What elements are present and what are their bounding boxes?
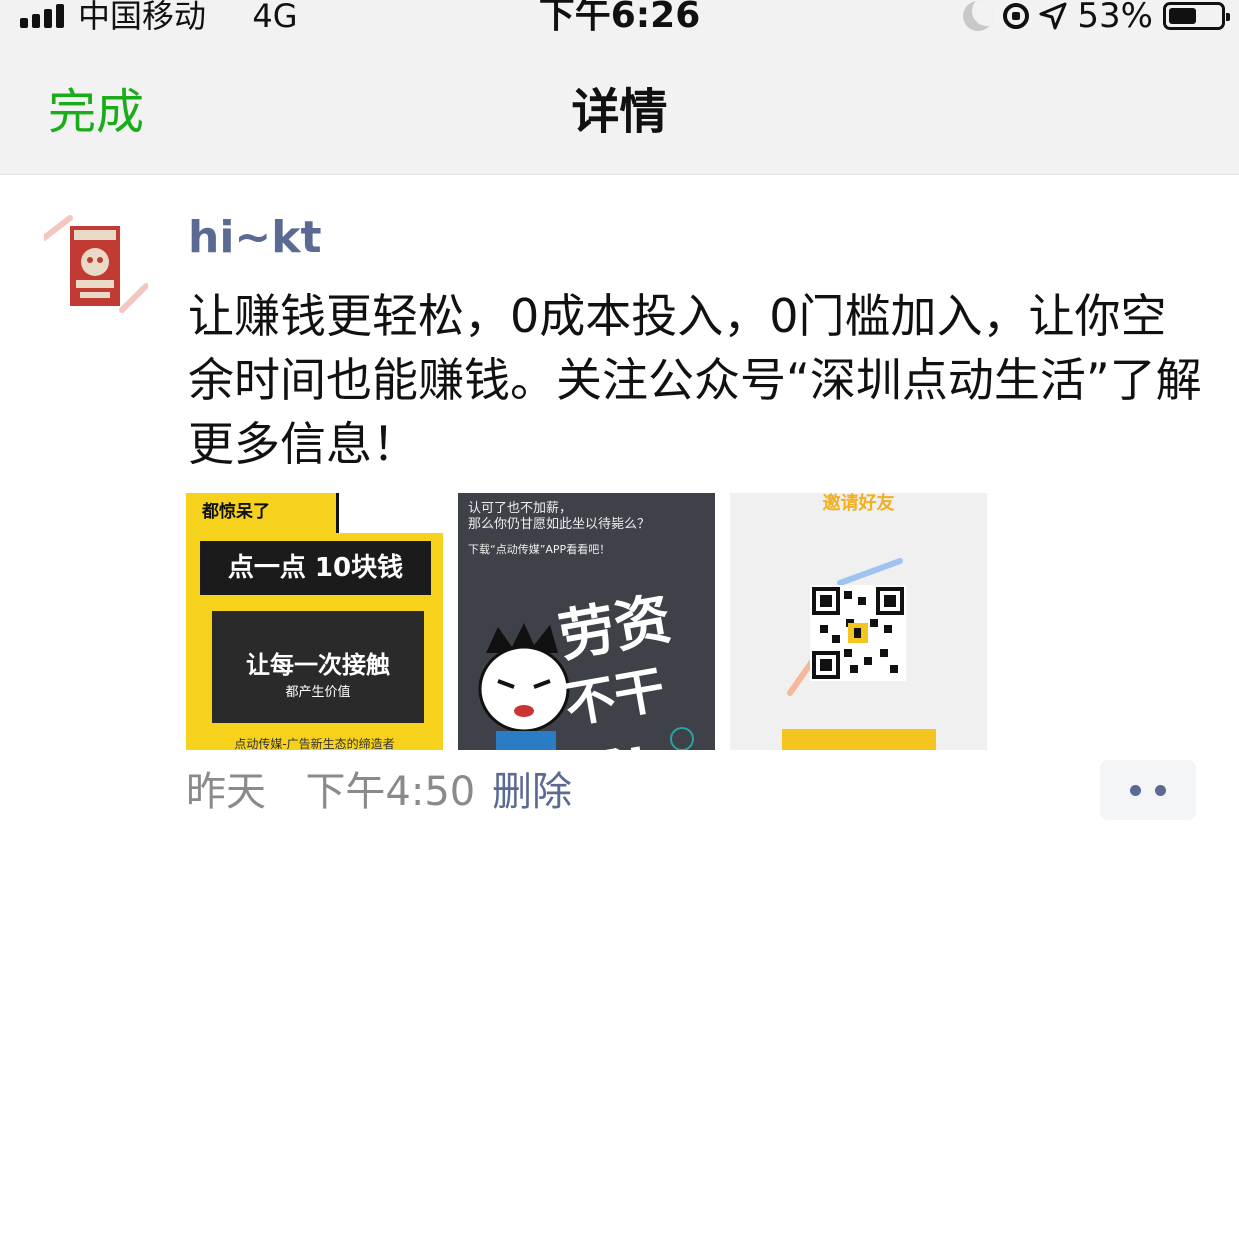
post-text: 让赚钱更轻松，0成本投入，0门槛加入，让你空余时间也能赚钱。关注公众号“深圳点动…	[188, 289, 1202, 471]
image1-caption-top: 都惊呆了	[202, 502, 270, 522]
image3-title: 邀请好友	[822, 493, 895, 514]
delete-button[interactable]: 删除	[492, 764, 572, 820]
image1-footer: 点动传媒-广告新生态的缔造者	[234, 737, 395, 750]
status-right-group: 53%	[963, 0, 1230, 36]
more-options-button[interactable]	[1100, 760, 1196, 820]
post-image-3[interactable]: 邀请好友	[730, 493, 987, 750]
page-title: 详情	[571, 84, 668, 140]
image2-line3: 下载“点动传媒”APP看看吧！	[468, 543, 611, 556]
post-timestamp: 昨天 下午4:50	[186, 764, 475, 820]
post-date: 昨天	[186, 769, 266, 815]
status-bar: 中国移动 4G 下午6:26 53%	[0, 0, 1239, 44]
post-image-2[interactable]: 认可了也不加薪， 那么你仍甘愿如此坐以待毙么？ 下载“点动传媒”APP看看吧！ …	[458, 493, 715, 750]
moon-icon	[963, 1, 994, 31]
more-dot-icon	[1155, 785, 1166, 796]
image1-headline: 点一点 10块钱	[200, 541, 431, 595]
qr-code-icon	[787, 558, 906, 696]
avatar[interactable]	[41, 212, 149, 316]
location-icon	[1039, 2, 1067, 30]
rotation-lock-icon	[1003, 3, 1030, 29]
nav-bar: 完成 详情	[0, 44, 1239, 175]
image1-subslogan: 都产生价值	[285, 685, 351, 700]
circle-decoration-icon	[670, 727, 694, 750]
image2-line2: 那么你仍甘愿如此坐以待毙么？	[468, 517, 651, 532]
battery-fill	[1169, 8, 1196, 24]
image1-slogan: 让每一次接触	[246, 651, 390, 679]
battery-percent: 53%	[1077, 0, 1153, 36]
more-dot-icon	[1130, 785, 1141, 796]
image3-button-bar	[782, 729, 936, 750]
post-username[interactable]: hi~kt	[188, 208, 322, 268]
post-time: 下午4:50	[305, 769, 476, 815]
battery-icon	[1163, 2, 1230, 30]
post-image-1[interactable]: 都惊呆了 点一点 10块钱 让每一次接触 都产生价值 点动传媒-广告新生态的缔造…	[186, 493, 443, 750]
